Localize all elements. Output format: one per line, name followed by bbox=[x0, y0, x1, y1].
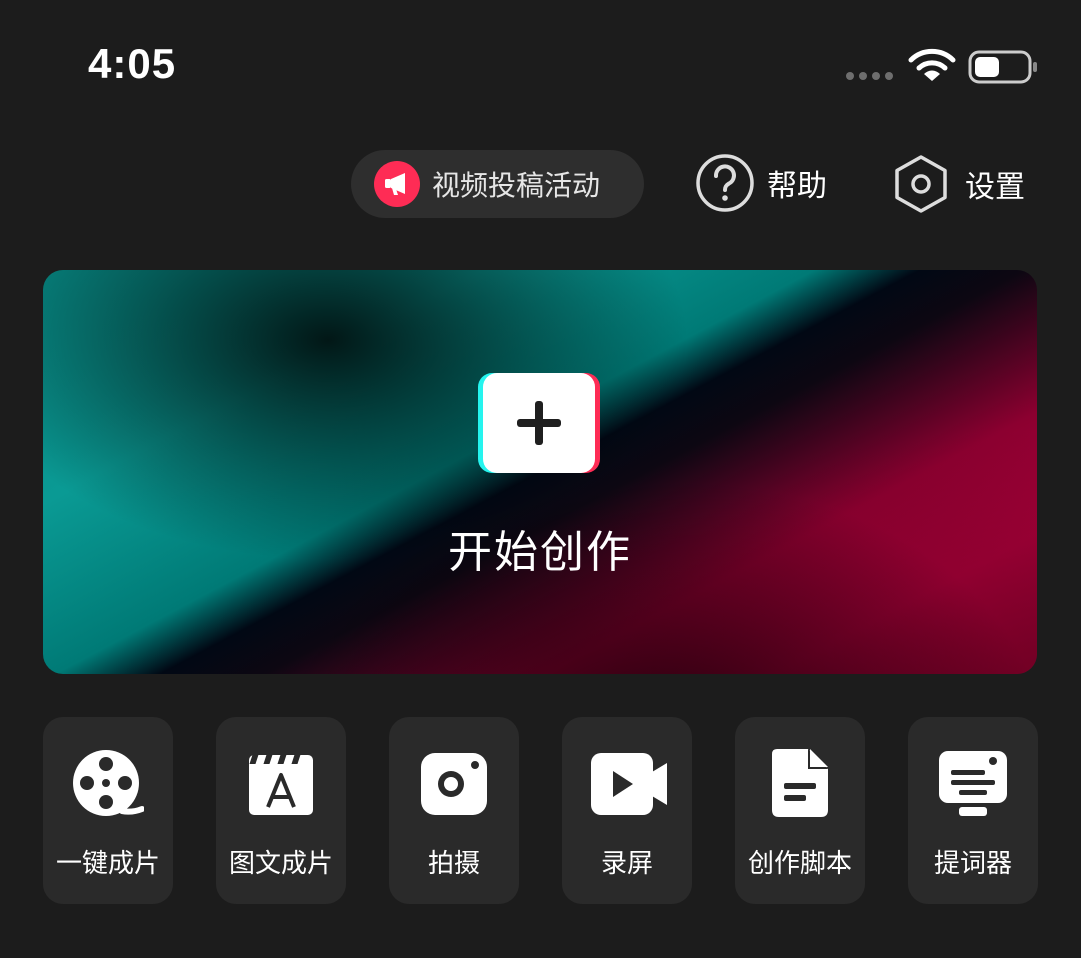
top-actions: 视频投稿活动 帮助 设置 bbox=[0, 150, 1081, 220]
teleprompter-icon bbox=[939, 751, 1007, 816]
start-creating-label: 开始创作 bbox=[448, 527, 632, 578]
video-submission-campaign-button[interactable]: 视频投稿活动 bbox=[351, 150, 644, 218]
start-creating-card[interactable]: 开始创作 bbox=[43, 270, 1037, 674]
status-bar: 4:05 bbox=[0, 0, 1081, 130]
tool-screen-record[interactable]: 录屏 bbox=[562, 717, 692, 904]
settings-label: 设置 bbox=[965, 170, 1025, 205]
hexagon-settings-icon bbox=[895, 155, 947, 213]
tool-label: 一键成片 bbox=[55, 849, 160, 879]
help-label: 帮助 bbox=[767, 169, 827, 204]
film-reel-icon bbox=[73, 750, 144, 816]
plus-icon bbox=[517, 401, 561, 445]
cellular-signal-icon bbox=[846, 72, 893, 80]
tool-shoot[interactable]: 拍摄 bbox=[389, 717, 519, 904]
wifi-icon bbox=[908, 48, 956, 81]
tool-creation-script[interactable]: 创作脚本 bbox=[735, 717, 865, 904]
tool-label: 提词器 bbox=[933, 849, 1012, 879]
settings-button[interactable]: 设置 bbox=[893, 154, 1025, 214]
help-circle-icon bbox=[696, 154, 754, 212]
tool-teleprompter[interactable]: 提词器 bbox=[908, 717, 1038, 904]
help-button[interactable]: 帮助 bbox=[695, 153, 827, 213]
create-button[interactable] bbox=[483, 373, 595, 473]
tool-label: 录屏 bbox=[600, 849, 653, 879]
status-time: 4:05 bbox=[88, 40, 177, 87]
promo-label: 视频投稿活动 bbox=[432, 169, 601, 202]
screen-record-icon bbox=[591, 753, 667, 815]
tool-image-text-video[interactable]: 图文成片 bbox=[216, 717, 346, 904]
tool-label: 创作脚本 bbox=[747, 849, 852, 879]
clapboard-text-icon bbox=[249, 752, 313, 815]
tool-label: 图文成片 bbox=[228, 849, 333, 879]
tool-shortcuts: 一键成片 图文成片 拍摄 录屏 创作脚本 提词器 bbox=[43, 717, 1038, 904]
battery-icon bbox=[968, 50, 1037, 84]
camera-icon bbox=[421, 753, 487, 815]
tool-one-click-video[interactable]: 一键成片 bbox=[43, 717, 173, 904]
document-icon bbox=[772, 749, 828, 817]
tool-label: 拍摄 bbox=[427, 849, 480, 879]
megaphone-icon bbox=[374, 161, 420, 207]
